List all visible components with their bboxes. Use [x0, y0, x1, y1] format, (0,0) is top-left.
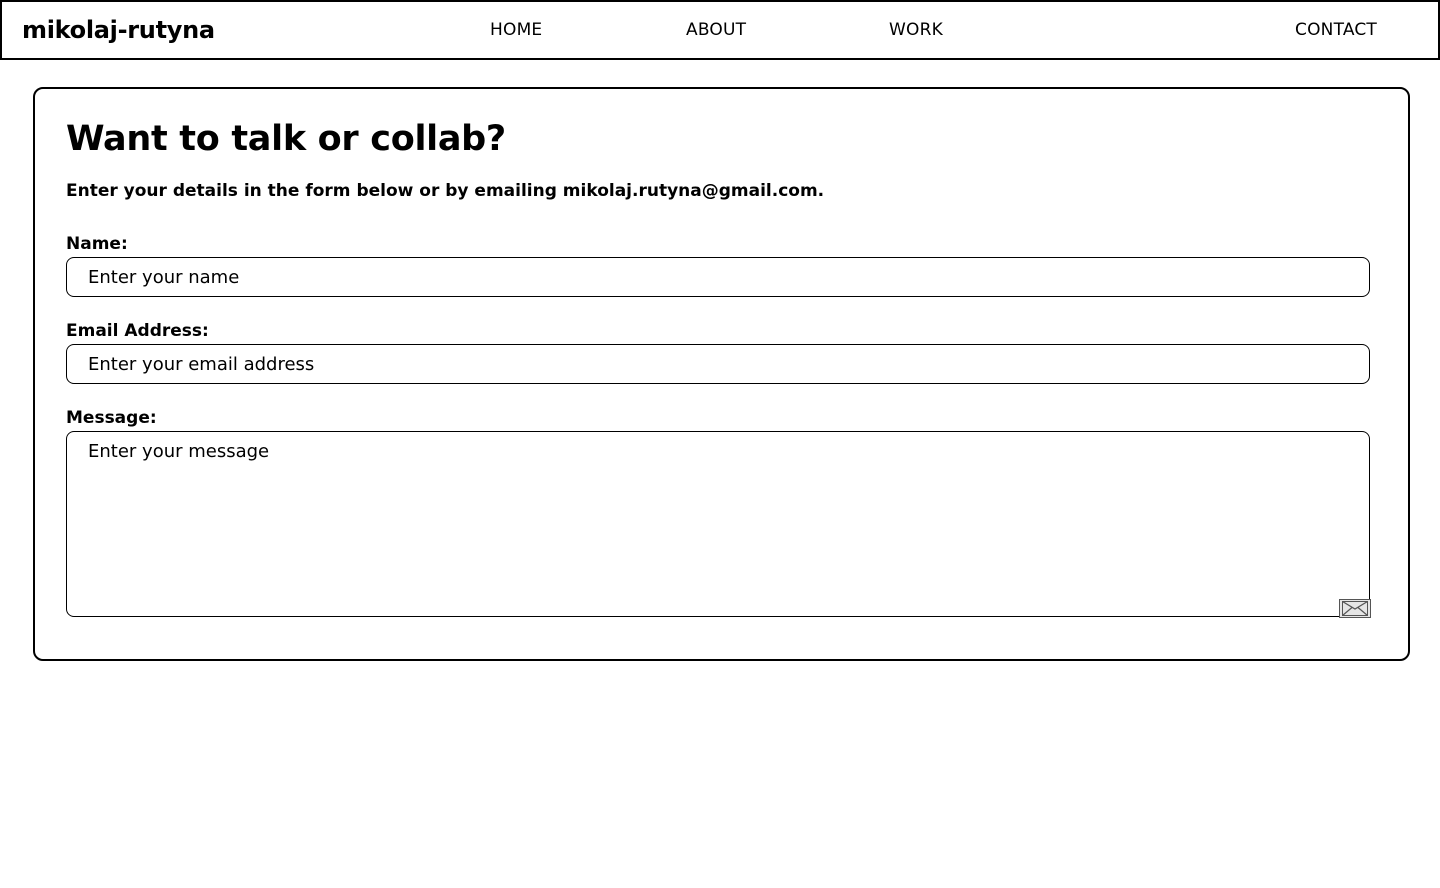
envelope-icon	[1342, 601, 1368, 616]
brand-logo[interactable]: mikolaj-rutyna	[22, 16, 215, 44]
message-label: Message:	[66, 408, 157, 428]
contact-card: Want to talk or collab? Enter your detai…	[33, 87, 1410, 661]
email-label: Email Address:	[66, 321, 209, 341]
nav-home-link[interactable]: HOME	[490, 20, 542, 40]
message-textarea[interactable]	[66, 431, 1370, 617]
page-subtitle: Enter your details in the form below or …	[66, 181, 825, 201]
nav-work-link[interactable]: WORK	[889, 20, 943, 40]
nav-contact-link[interactable]: CONTACT	[1295, 20, 1377, 40]
send-button[interactable]	[1339, 599, 1371, 618]
navbar: mikolaj-rutyna HOME ABOUT WORK CONTACT	[0, 0, 1440, 60]
page-title: Want to talk or collab?	[66, 119, 506, 159]
email-input[interactable]	[66, 344, 1370, 384]
name-input[interactable]	[66, 257, 1370, 297]
name-label: Name:	[66, 234, 128, 254]
nav-about-link[interactable]: ABOUT	[686, 20, 746, 40]
